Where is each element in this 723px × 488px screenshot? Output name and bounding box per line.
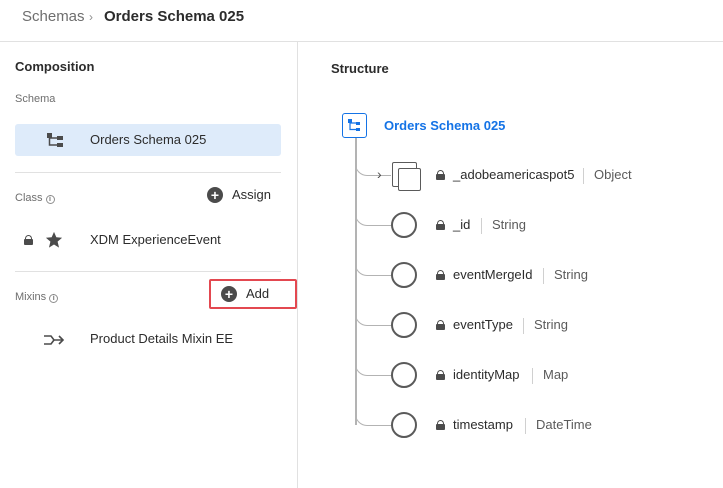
add-button-label: Add (246, 286, 270, 301)
lock-icon (436, 420, 445, 430)
field-name: _id (453, 217, 471, 232)
mixins-section-label: Mixins i (15, 291, 59, 303)
structure-panel: Structure Orders Schema 025 › _adobeamer… (299, 42, 723, 488)
composition-panel: Composition Schema Orders Schema 025 Cla… (0, 42, 298, 488)
mixin-row[interactable]: Product Details Mixin EE (15, 325, 281, 355)
mixins-info-icon[interactable]: i (49, 294, 59, 303)
field-type: Map (543, 367, 569, 382)
schema-row[interactable]: Orders Schema 025 (15, 124, 281, 156)
add-circle-icon: + (221, 286, 237, 302)
field-type: String (492, 217, 526, 232)
class-section-label: Class i (15, 192, 55, 204)
class-label-text: Class (15, 192, 43, 204)
field-name: _adobeamericaspot5 (453, 167, 575, 182)
schema-icon (47, 133, 63, 147)
field-separator (481, 218, 482, 234)
tree-branch (355, 304, 395, 326)
field-name: eventMergeId (453, 267, 533, 282)
field-name: eventType (453, 317, 513, 332)
lock-icon (436, 370, 445, 380)
lock-icon (436, 270, 445, 280)
field-node-icon (391, 312, 417, 338)
tree-branch (355, 404, 395, 426)
structure-title: Structure (331, 61, 389, 76)
lock-icon (436, 170, 445, 180)
field-separator (523, 318, 524, 334)
field-node-icon (391, 412, 417, 438)
schema-root-icon[interactable] (342, 113, 367, 138)
breadcrumb-schemas-link[interactable]: Schemas (22, 8, 85, 25)
schema-section-label: Schema (15, 93, 56, 105)
add-circle-icon: + (207, 187, 223, 203)
assign-button-label: Assign (232, 187, 272, 202)
divider (15, 172, 281, 173)
breadcrumb-current: Orders Schema 025 (104, 8, 245, 25)
header-bar: Schemas › Orders Schema 025 (0, 0, 723, 42)
add-mixin-button[interactable]: + Add (209, 279, 297, 309)
structure-root-name[interactable]: Orders Schema 025 (384, 118, 505, 133)
field-type: String (554, 267, 588, 282)
field-node-icon (391, 212, 417, 238)
expand-chevron-icon[interactable]: › (377, 166, 382, 182)
field-separator (583, 168, 584, 184)
mixin-merge-icon (44, 335, 65, 345)
tree-branch (355, 204, 395, 226)
mixin-name: Product Details Mixin EE (90, 331, 234, 346)
class-info-icon[interactable]: i (45, 195, 55, 204)
divider (15, 271, 281, 272)
field-type: Object (594, 167, 632, 182)
field-separator (543, 268, 544, 284)
field-separator (525, 418, 526, 434)
lock-icon (24, 235, 33, 245)
field-node-icon (391, 362, 417, 388)
lock-icon (436, 320, 445, 330)
tree-branch (355, 354, 395, 376)
field-node-icon (391, 262, 417, 288)
class-name: XDM ExperienceEvent (90, 232, 221, 247)
star-icon (45, 231, 63, 248)
tree-branch (355, 254, 395, 276)
composition-title: Composition (15, 59, 95, 74)
breadcrumb-chevron-icon: › (89, 10, 93, 24)
tree-branch (355, 154, 391, 176)
hierarchy-icon (348, 119, 360, 131)
field-separator (532, 368, 533, 384)
lock-icon (436, 220, 445, 230)
field-name: timestamp (453, 417, 513, 432)
field-type: String (534, 317, 568, 332)
assign-button[interactable]: + Assign (202, 180, 282, 210)
field-type: DateTime (536, 417, 592, 432)
field-name: identityMap (453, 367, 520, 382)
tree-connector (355, 138, 357, 425)
class-row[interactable]: XDM ExperienceEvent (15, 226, 281, 256)
schema-name: Orders Schema 025 (90, 132, 207, 147)
mixins-label-text: Mixins (15, 291, 47, 303)
